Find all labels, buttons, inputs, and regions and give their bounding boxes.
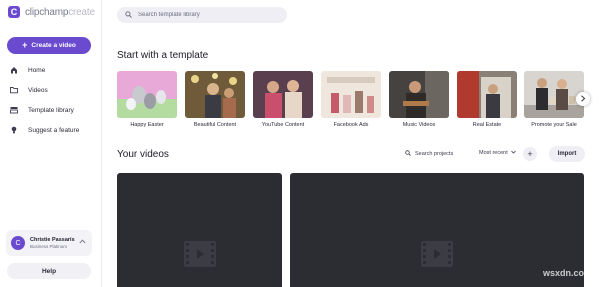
library-icon [10, 106, 18, 114]
lightbulb-icon [10, 126, 18, 134]
logo[interactable]: C clipchampcreate [8, 6, 95, 18]
search-icon [125, 10, 132, 20]
template-label: YouTube Content [261, 122, 305, 128]
project-search-label: Search projects [415, 151, 454, 157]
sort-dropdown[interactable]: Most recent [479, 150, 516, 156]
sidebar-item-suggest-feature[interactable]: Suggest a feature [0, 120, 100, 140]
template-label: Music Videos [402, 122, 436, 128]
sidebar-item-label: Suggest a feature [28, 126, 80, 134]
home-icon [10, 66, 18, 74]
template-thumbnail [457, 71, 517, 118]
add-video-button[interactable]: + [523, 147, 537, 161]
plus-icon: + [22, 40, 28, 50]
help-button[interactable]: Help [7, 263, 91, 279]
user-name: Christie Passaris [30, 237, 75, 243]
carousel-next-button[interactable] [576, 92, 590, 106]
sidebar-item-home[interactable]: Home [0, 60, 100, 80]
sort-label: Most recent [479, 150, 508, 156]
chevron-up-icon [79, 239, 86, 246]
sidebar-item-template-library[interactable]: Template library [0, 100, 100, 120]
template-thumbnail [389, 71, 449, 118]
template-thumbnail [185, 71, 245, 118]
search-icon [405, 150, 411, 158]
watermark: wsxdn.com [542, 268, 592, 278]
templates-heading: Start with a template [117, 50, 209, 61]
template-label: Promote your Sale [531, 122, 577, 128]
template-thumbnail [321, 71, 381, 118]
template-thumbnail [253, 71, 313, 118]
template-label: Happy Easter [130, 122, 164, 128]
user-info: Christie Passaris Business Platinum [30, 237, 75, 249]
logo-name: clipchamp [25, 6, 69, 18]
template-thumbnail [117, 71, 177, 118]
logo-suffix: create [68, 6, 95, 18]
logo-mark: C [8, 6, 20, 18]
video-card[interactable] [117, 173, 282, 287]
create-video-button[interactable]: + Create a video [7, 37, 91, 54]
chevron-right-icon [580, 94, 586, 104]
import-button[interactable]: Import [549, 146, 585, 162]
create-video-label: Create a video [31, 42, 76, 49]
video-card[interactable] [290, 173, 584, 287]
chevron-down-icon [510, 150, 516, 156]
template-thumbnail [524, 71, 584, 118]
search-input[interactable] [138, 12, 278, 18]
avatar: C [11, 236, 25, 250]
project-search[interactable]: Search projects [405, 150, 453, 158]
sidebar-item-label: Template library [28, 106, 74, 114]
template-label: Beautiful Content [193, 122, 237, 128]
user-plan: Business Platinum [30, 244, 68, 249]
sidebar-nav: Home Videos Template library Suggest a f… [0, 60, 100, 140]
template-card-music-videos[interactable]: Music Videos [389, 71, 449, 128]
add-label: + [527, 149, 533, 159]
template-label: Facebook Ads [333, 122, 369, 128]
sidebar-item-label: Videos [28, 86, 48, 94]
film-icon [421, 241, 453, 272]
logo-text: clipchampcreate [25, 7, 95, 18]
sidebar-item-videos[interactable]: Videos [0, 80, 100, 100]
user-account-card[interactable]: C Christie Passaris Business Platinum [6, 230, 92, 256]
template-carousel: Happy Easter Beautiful Content YouTube C… [117, 71, 587, 131]
template-card-real-estate[interactable]: Real Estate [457, 71, 517, 128]
template-card-youtube-content[interactable]: YouTube Content [253, 71, 313, 128]
sidebar-item-label: Home [28, 66, 46, 74]
template-card-beautiful-content[interactable]: Beautiful Content [185, 71, 245, 128]
folder-icon [10, 86, 18, 94]
template-card-happy-easter[interactable]: Happy Easter [117, 71, 177, 128]
template-label: Real Estate [472, 122, 502, 128]
template-card-facebook-ads[interactable]: Facebook Ads [321, 71, 381, 128]
film-icon [183, 241, 216, 272]
template-card-promote-your-sale[interactable]: Promote your Sale [524, 71, 584, 128]
your-videos-heading: Your videos [117, 149, 169, 160]
template-search-bar[interactable] [117, 7, 287, 23]
sidebar: C clipchampcreate + Create a video Home … [0, 0, 102, 287]
